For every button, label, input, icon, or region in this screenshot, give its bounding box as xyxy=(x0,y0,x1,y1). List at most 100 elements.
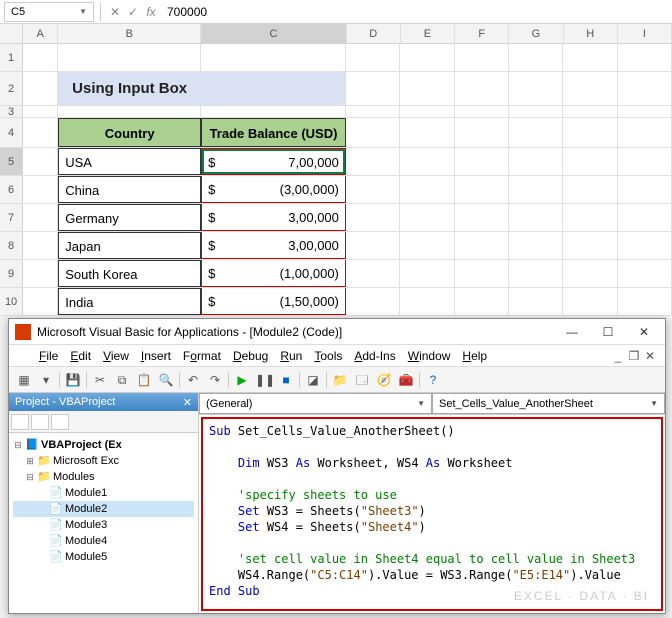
object-combo[interactable]: (General)▼ xyxy=(199,393,432,414)
code-text[interactable]: Sub Set_Cells_Value_AnotherSheet() Dim W… xyxy=(203,419,661,603)
maximize-button[interactable]: ☐ xyxy=(593,325,623,339)
col-header-e[interactable]: E xyxy=(401,24,455,43)
cell[interactable] xyxy=(618,176,672,203)
tree-module1[interactable]: Module1 xyxy=(65,485,107,501)
cell[interactable] xyxy=(618,288,672,315)
row-header[interactable]: 7 xyxy=(0,204,23,231)
cell[interactable] xyxy=(400,204,454,231)
cell[interactable] xyxy=(23,204,58,231)
cell[interactable] xyxy=(455,44,509,71)
cell[interactable] xyxy=(23,44,58,71)
cell[interactable] xyxy=(346,72,400,105)
cell[interactable] xyxy=(509,260,563,287)
cell[interactable] xyxy=(23,176,58,203)
header-country[interactable]: Country xyxy=(58,118,201,147)
cell[interactable] xyxy=(58,106,201,117)
cell[interactable] xyxy=(201,106,346,117)
col-header-b[interactable]: B xyxy=(58,24,201,43)
design-mode-icon[interactable]: ◪ xyxy=(304,371,322,389)
title-cell[interactable]: Using Input Box xyxy=(58,72,201,105)
cell-country[interactable]: South Korea xyxy=(58,260,201,287)
mdi-restore-icon[interactable]: ❐ xyxy=(627,349,641,363)
cell[interactable] xyxy=(346,232,400,259)
cell[interactable] xyxy=(400,148,454,175)
undo-icon[interactable]: ↶ xyxy=(184,371,202,389)
cancel-icon[interactable]: ✕ xyxy=(107,5,123,19)
project-tree[interactable]: ⊟📘VBAProject (Ex ⊞📁Microsoft Exc ⊟📁Modul… xyxy=(9,433,198,613)
cell[interactable] xyxy=(455,106,509,117)
col-header-f[interactable]: F xyxy=(455,24,509,43)
cell[interactable] xyxy=(23,288,58,315)
break-icon[interactable]: ❚❚ xyxy=(255,371,273,389)
menu-help[interactable]: Help xyxy=(458,349,491,363)
procedure-combo[interactable]: Set_Cells_Value_AnotherSheet▼ xyxy=(432,393,665,414)
name-box[interactable]: C5 ▼ xyxy=(4,2,94,22)
cell[interactable] xyxy=(509,44,563,71)
col-header-h[interactable]: H xyxy=(564,24,618,43)
chevron-down-icon[interactable]: ▼ xyxy=(650,399,658,408)
cell[interactable] xyxy=(509,232,563,259)
view-excel-icon[interactable]: ▦ xyxy=(15,371,33,389)
cell[interactable] xyxy=(346,176,400,203)
cell[interactable] xyxy=(346,204,400,231)
cell[interactable] xyxy=(400,232,454,259)
expand-icon[interactable]: ⊞ xyxy=(25,453,35,469)
cell[interactable] xyxy=(563,148,617,175)
cell[interactable] xyxy=(23,148,58,175)
paste-icon[interactable]: 📋 xyxy=(135,371,153,389)
cell[interactable] xyxy=(400,176,454,203)
cell-country[interactable]: Japan xyxy=(58,232,201,259)
toolbox-icon[interactable]: 🧰 xyxy=(397,371,415,389)
tree-module5[interactable]: Module5 xyxy=(65,549,107,565)
cell[interactable] xyxy=(346,288,400,315)
cell[interactable] xyxy=(346,118,400,147)
tree-module4[interactable]: Module4 xyxy=(65,533,107,549)
row-header[interactable]: 1 xyxy=(0,44,23,71)
properties-icon[interactable]: 🗔 xyxy=(353,371,371,389)
cell-balance[interactable]: $(3,00,000) xyxy=(201,176,346,203)
formula-input[interactable] xyxy=(161,5,668,19)
cell-country[interactable]: Germany xyxy=(58,204,201,231)
cell[interactable] xyxy=(618,118,672,147)
cell[interactable] xyxy=(58,44,201,71)
cell[interactable] xyxy=(455,260,509,287)
check-icon[interactable]: ✓ xyxy=(125,5,141,19)
cell[interactable] xyxy=(346,106,400,117)
tree-modules-folder[interactable]: Modules xyxy=(53,469,95,485)
collapse-icon[interactable]: ⊟ xyxy=(25,469,35,485)
cell[interactable] xyxy=(563,232,617,259)
menu-run[interactable]: Run xyxy=(276,349,306,363)
cell[interactable] xyxy=(23,232,58,259)
mdi-min-icon[interactable]: _ xyxy=(611,349,625,363)
cell[interactable] xyxy=(455,148,509,175)
row-header[interactable]: 8 xyxy=(0,232,23,259)
chevron-down-icon[interactable]: ▼ xyxy=(79,7,87,16)
tree-root[interactable]: VBAProject (Ex xyxy=(41,437,122,453)
menu-view[interactable]: View xyxy=(99,349,133,363)
copy-icon[interactable]: ⧉ xyxy=(113,371,131,389)
cell[interactable] xyxy=(23,106,58,117)
header-balance[interactable]: Trade Balance (USD) xyxy=(201,118,346,147)
cell[interactable] xyxy=(23,260,58,287)
cell[interactable] xyxy=(455,204,509,231)
col-header-i[interactable]: I xyxy=(618,24,672,43)
cell[interactable] xyxy=(400,72,454,105)
insert-module-icon[interactable]: ▾ xyxy=(37,371,55,389)
row-header[interactable]: 9 xyxy=(0,260,23,287)
cell[interactable] xyxy=(509,106,563,117)
cell[interactable] xyxy=(455,72,509,105)
cell[interactable] xyxy=(618,106,672,117)
cell[interactable] xyxy=(563,44,617,71)
find-icon[interactable]: 🔍 xyxy=(157,371,175,389)
title-cell[interactable] xyxy=(201,72,346,105)
cell-country[interactable]: India xyxy=(58,288,201,315)
row-header[interactable]: 3 xyxy=(0,106,23,117)
cell[interactable] xyxy=(509,148,563,175)
toggle-folders-icon[interactable] xyxy=(51,414,69,430)
menu-window[interactable]: Window xyxy=(404,349,455,363)
object-browser-icon[interactable]: 🧭 xyxy=(375,371,393,389)
cell[interactable] xyxy=(400,118,454,147)
menu-addins[interactable]: Add-Ins xyxy=(350,349,399,363)
cell-balance[interactable]: $3,00,000 xyxy=(201,232,346,259)
select-all-corner[interactable] xyxy=(0,24,23,43)
